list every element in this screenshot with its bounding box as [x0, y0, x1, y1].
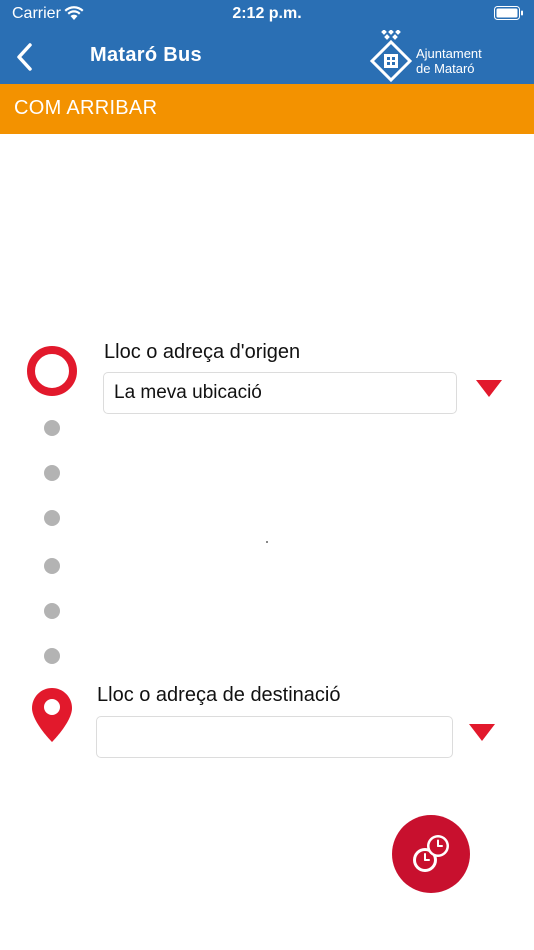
route-dot: [44, 603, 60, 619]
origin-dropdown-arrow[interactable]: [476, 380, 502, 397]
back-button[interactable]: [12, 40, 42, 74]
route-dot: [44, 648, 60, 664]
origin-input[interactable]: [103, 372, 457, 414]
logo-line-2: de Mataró: [416, 61, 475, 76]
schedule-button[interactable]: [392, 815, 470, 893]
route-dot: [44, 420, 60, 436]
map-pin-icon: [32, 688, 72, 742]
origin-circle-icon: [27, 346, 77, 396]
battery-icon: [494, 6, 523, 20]
route-dot: [44, 465, 60, 481]
destination-input[interactable]: [96, 716, 453, 758]
clock-time: 2:12 p.m.: [232, 5, 302, 22]
status-bar: Carrier 2:12 p.m.: [0, 0, 534, 30]
ajuntament-logo: Ajuntament de Mataró: [370, 30, 530, 84]
chevron-left-icon: [17, 43, 32, 71]
destination-dropdown-arrow[interactable]: [469, 724, 495, 741]
route-dot: [44, 558, 60, 574]
logo-line-1: Ajuntament: [416, 46, 482, 61]
loading-indicator: [266, 541, 268, 543]
logo-text: Ajuntament de Mataró: [416, 46, 482, 76]
navigation-bar: Mataró Bus Ajuntament de Mataró: [0, 30, 534, 84]
route-dot: [44, 510, 60, 526]
app-title: Mataró Bus: [90, 44, 202, 66]
section-title: COM ARRIBAR: [14, 97, 158, 119]
destination-label: Lloc o adreça de destinació: [97, 684, 341, 706]
section-header: COM ARRIBAR: [0, 84, 534, 134]
origin-label: Lloc o adreça d'origen: [104, 341, 301, 363]
clock-icon: [413, 835, 449, 872]
city-crest-icon: [370, 30, 413, 83]
